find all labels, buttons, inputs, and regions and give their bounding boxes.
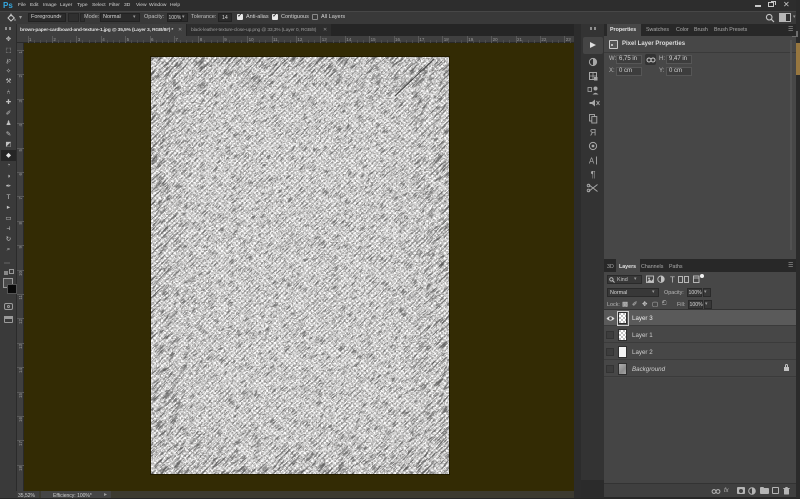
svg-text:¶: ¶ <box>591 170 596 180</box>
svg-text:Я: Я <box>590 128 597 138</box>
svg-text:T: T <box>670 276 675 285</box>
svg-text:A: A <box>589 157 595 166</box>
